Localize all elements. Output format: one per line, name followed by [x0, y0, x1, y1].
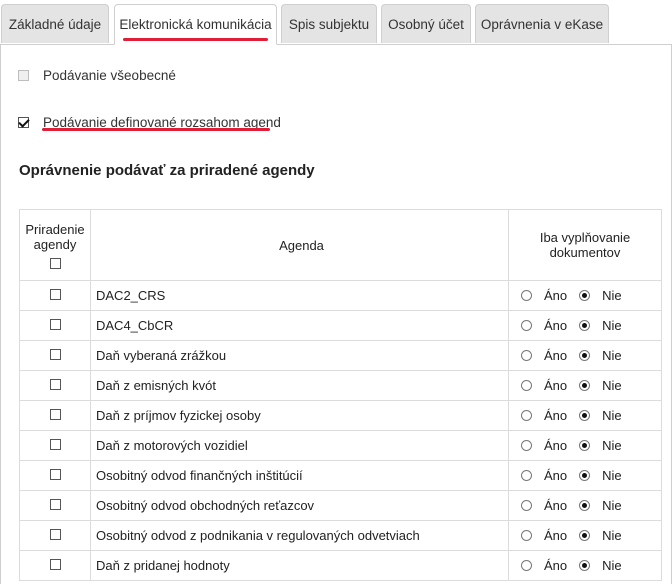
- radio-nie-label: Nie: [602, 558, 622, 573]
- radio-nie-label: Nie: [602, 288, 622, 303]
- agenda-name: Osobitný odvod z podnikania v regulovaný…: [90, 520, 509, 551]
- radio-nie[interactable]: [579, 500, 591, 511]
- row-assign-checkbox[interactable]: [49, 529, 61, 540]
- radio-nie[interactable]: [579, 440, 591, 451]
- radio-ano-label: Áno: [544, 468, 568, 483]
- tab-elektronicka-komunikacia[interactable]: Elektronická komunikácia: [114, 4, 277, 45]
- agenda-name: Osobitný odvod finančných inštitúcií: [90, 460, 509, 491]
- select-all-checkbox[interactable]: [49, 257, 61, 269]
- fill-header-line1: Iba vyplňovanie: [539, 230, 631, 245]
- radio-ano-label: Áno: [544, 558, 568, 573]
- radio-nie-label: Nie: [602, 408, 622, 423]
- agenda-name: Daň z pridanej hodnoty: [90, 550, 509, 581]
- radio-nie[interactable]: [579, 560, 591, 571]
- tab-osobny-ucet[interactable]: Osobný účet: [381, 4, 471, 43]
- radio-nie[interactable]: [579, 290, 591, 301]
- table-row: Daň z príjmov fyzickej osoby Áno Nie: [19, 400, 662, 431]
- fill-header-line2: dokumentov: [549, 245, 621, 260]
- tab-bar: Základné údaje Elektronická komunikácia …: [0, 0, 672, 45]
- assign-header-line2: agendy: [33, 236, 77, 252]
- radio-nie-label: Nie: [602, 498, 622, 513]
- radio-nie-label: Nie: [602, 468, 622, 483]
- radio-ano-label: Áno: [544, 408, 568, 423]
- radio-ano[interactable]: [521, 410, 532, 421]
- table-row: Osobitný odvod z podnikania v regulovaný…: [19, 520, 662, 551]
- radio-nie[interactable]: [579, 530, 591, 541]
- row-assign-checkbox[interactable]: [49, 349, 61, 360]
- tab-label: Základné údaje: [8, 16, 102, 32]
- radio-ano[interactable]: [521, 500, 532, 511]
- row-assign-checkbox[interactable]: [49, 439, 61, 450]
- table-header-row: Priradenie agendy Agenda Iba vyplňovanie…: [19, 209, 662, 281]
- fill-only-column-header: Iba vyplňovanie dokumentov: [508, 209, 662, 281]
- table-row: DAC4_CbCR Áno Nie: [19, 310, 662, 341]
- active-tab-underline: [123, 38, 268, 41]
- tab-opravnenia-v-ekase[interactable]: Oprávnenia v eKase: [475, 4, 609, 43]
- agenda-name: Daň z motorových vozidiel: [90, 430, 509, 461]
- tab-label: Spis subjektu: [288, 16, 370, 32]
- row-assign-checkbox[interactable]: [49, 319, 61, 330]
- radio-ano-label: Áno: [544, 348, 568, 363]
- general-label: Podávanie všeobecné: [43, 68, 176, 83]
- tab-spis-subjektu[interactable]: Spis subjektu: [281, 4, 377, 43]
- tab-label: Osobný účet: [388, 16, 464, 32]
- row-assign-checkbox[interactable]: [49, 559, 61, 570]
- radio-ano[interactable]: [521, 440, 532, 451]
- row-assign-checkbox[interactable]: [49, 409, 61, 420]
- radio-ano[interactable]: [521, 350, 532, 361]
- general-checkbox[interactable]: [18, 70, 29, 81]
- agenda-name: Daň z príjmov fyzickej osoby: [90, 400, 509, 431]
- row-assign-checkbox[interactable]: [49, 379, 61, 390]
- radio-nie[interactable]: [579, 410, 591, 421]
- row-assign-checkbox[interactable]: [49, 499, 61, 510]
- agenda-name: DAC4_CbCR: [90, 310, 509, 341]
- radio-nie[interactable]: [579, 380, 591, 391]
- agenda-column-header: Agenda: [90, 209, 509, 281]
- radio-ano[interactable]: [521, 320, 532, 331]
- table-row: DAC2_CRS Áno Nie: [19, 280, 662, 311]
- radio-nie-label: Nie: [602, 378, 622, 393]
- radio-nie-label: Nie: [602, 438, 622, 453]
- radio-ano[interactable]: [521, 530, 532, 541]
- radio-ano[interactable]: [521, 560, 532, 571]
- radio-ano-label: Áno: [544, 318, 568, 333]
- agenda-name: Daň vyberaná zrážkou: [90, 340, 509, 371]
- table-row: Osobitný odvod obchodných reťazcov Áno Ni…: [19, 490, 662, 521]
- radio-ano[interactable]: [521, 290, 532, 301]
- radio-ano[interactable]: [521, 470, 532, 481]
- table-row: Daň vyberaná zrážkou Áno Nie: [19, 340, 662, 371]
- tab-zakladne-udaje[interactable]: Základné údaje: [1, 4, 109, 43]
- assign-header-line1: Priradenie: [25, 221, 85, 237]
- radio-ano[interactable]: [521, 380, 532, 391]
- tab-label: Oprávnenia v eKase: [480, 16, 604, 32]
- radio-ano-label: Áno: [544, 498, 568, 513]
- row-assign-checkbox[interactable]: [49, 289, 61, 300]
- radio-nie[interactable]: [579, 470, 591, 481]
- radio-ano-label: Áno: [544, 288, 568, 303]
- radio-nie[interactable]: [579, 320, 591, 331]
- radio-ano-label: Áno: [544, 528, 568, 543]
- radio-nie[interactable]: [579, 350, 591, 361]
- row-assign-checkbox[interactable]: [49, 469, 61, 480]
- agenda-name: DAC2_CRS: [90, 280, 509, 311]
- section-title: Oprávnenie podávať za priradené agendy: [19, 162, 315, 179]
- radio-ano-label: Áno: [544, 378, 568, 393]
- table-row: Daň z pridanej hodnoty Áno Nie: [19, 550, 662, 581]
- table-row: Daň z motorových vozidiel Áno Nie: [19, 430, 662, 461]
- tab-label: Elektronická komunikácia: [119, 17, 272, 32]
- agenda-table: Priradenie agendy Agenda Iba vyplňovanie…: [19, 209, 662, 581]
- agenda-name: Daň z emisných kvót: [90, 370, 509, 401]
- option-podavanie-vseobecne: Podávanie všeobecné: [18, 68, 176, 83]
- radio-nie-label: Nie: [602, 318, 622, 333]
- agenda-name: Osobitný odvod obchodných reťazcov: [90, 490, 509, 521]
- highlight-underline: [42, 128, 270, 131]
- table-row: Daň z emisných kvót Áno Nie: [19, 370, 662, 401]
- defined-checkbox[interactable]: [18, 117, 29, 128]
- radio-nie-label: Nie: [602, 528, 622, 543]
- table-row: Osobitný odvod finančných inštitúcií Áno…: [19, 460, 662, 491]
- radio-ano-label: Áno: [544, 438, 568, 453]
- assign-column-header: Priradenie agendy: [19, 209, 91, 281]
- radio-nie-label: Nie: [602, 348, 622, 363]
